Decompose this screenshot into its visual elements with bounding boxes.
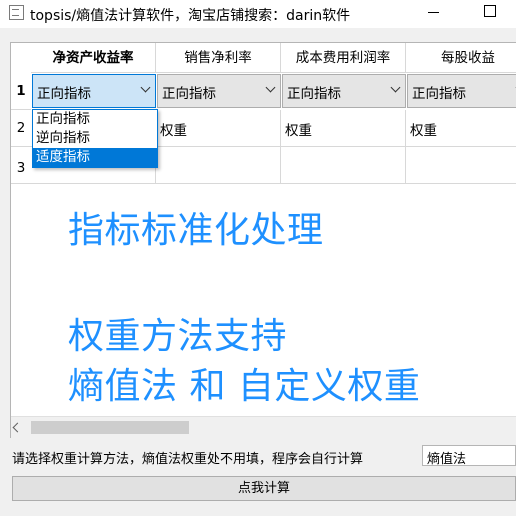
combo-value: 正向指标: [412, 86, 466, 102]
scroll-left-icon[interactable]: [12, 422, 23, 433]
row3-cell-3[interactable]: [281, 147, 406, 184]
weight-cell-2[interactable]: 权重: [156, 110, 281, 147]
indicator-table[interactable]: 净资产收益率 销售净利率 成本费用利润率 每股收益 1 2 3 正向指标 正向指…: [10, 42, 516, 438]
weight-method-select[interactable]: 熵值法: [422, 445, 516, 467]
weight-cell-4[interactable]: 权重: [406, 110, 516, 147]
dropdown-option-moderate[interactable]: 适度指标: [33, 148, 157, 167]
feature-note-weight-methods: 权重方法支持: [68, 316, 288, 357]
column-header-net-margin[interactable]: 销售净利率: [156, 43, 281, 73]
column-header-eps[interactable]: 每股收益: [406, 43, 516, 73]
maximize-icon[interactable]: [484, 5, 496, 17]
chevron-down-icon: [140, 82, 151, 93]
table-corner: [11, 43, 31, 73]
column-header-cost-profit-ratio[interactable]: 成本费用利润率: [281, 43, 406, 73]
weight-method-hint: 请选择权重计算方法，熵值法权重处不用填，程序会自行计算: [12, 452, 364, 467]
cell-text: 权重: [160, 123, 187, 139]
window-title: topsis/熵值法计算软件，淘宝店铺搜索：darin软件: [30, 8, 351, 24]
calculate-button[interactable]: 点我计算: [12, 476, 516, 501]
title-bar: topsis/熵值法计算软件，淘宝店铺搜索：darin软件: [0, 0, 516, 28]
row-header-2[interactable]: 2: [11, 110, 31, 147]
combo-value: 正向指标: [287, 86, 341, 102]
app-icon: [9, 5, 24, 20]
cell-text: 权重: [410, 123, 437, 139]
chevron-down-icon: [390, 82, 401, 93]
indicator-type-combo-1[interactable]: 正向指标: [32, 74, 156, 108]
row-header-1[interactable]: 1: [11, 73, 31, 110]
chevron-down-icon: [265, 82, 276, 93]
horizontal-scrollbar[interactable]: [11, 416, 516, 438]
weight-method-value: 熵值法: [427, 452, 467, 467]
minimize-icon[interactable]: [428, 12, 439, 13]
indicator-type-dropdown[interactable]: 正向指标 逆向指标 适度指标: [32, 109, 158, 168]
row-header-3[interactable]: 3: [11, 147, 31, 184]
dropdown-option-positive[interactable]: 正向指标: [33, 110, 157, 129]
row3-cell-4[interactable]: [406, 147, 516, 184]
combo-value: 正向指标: [37, 86, 91, 102]
column-header-roe[interactable]: 净资产收益率: [31, 43, 156, 73]
indicator-type-combo-2[interactable]: 正向指标: [157, 74, 281, 108]
combo-value: 正向指标: [162, 86, 216, 102]
feature-note-standardization: 指标标准化处理: [68, 210, 324, 251]
row3-cell-2[interactable]: [156, 147, 281, 184]
weight-cell-3[interactable]: 权重: [281, 110, 406, 147]
indicator-type-combo-3[interactable]: 正向指标: [282, 74, 406, 108]
scrollbar-thumb[interactable]: [31, 421, 189, 434]
dropdown-option-negative[interactable]: 逆向指标: [33, 129, 157, 148]
cell-text: 权重: [285, 123, 312, 139]
indicator-type-combo-4[interactable]: 正向指标: [407, 74, 516, 108]
feature-note-entropy-custom: 熵值法 和 自定义权重: [68, 366, 421, 407]
